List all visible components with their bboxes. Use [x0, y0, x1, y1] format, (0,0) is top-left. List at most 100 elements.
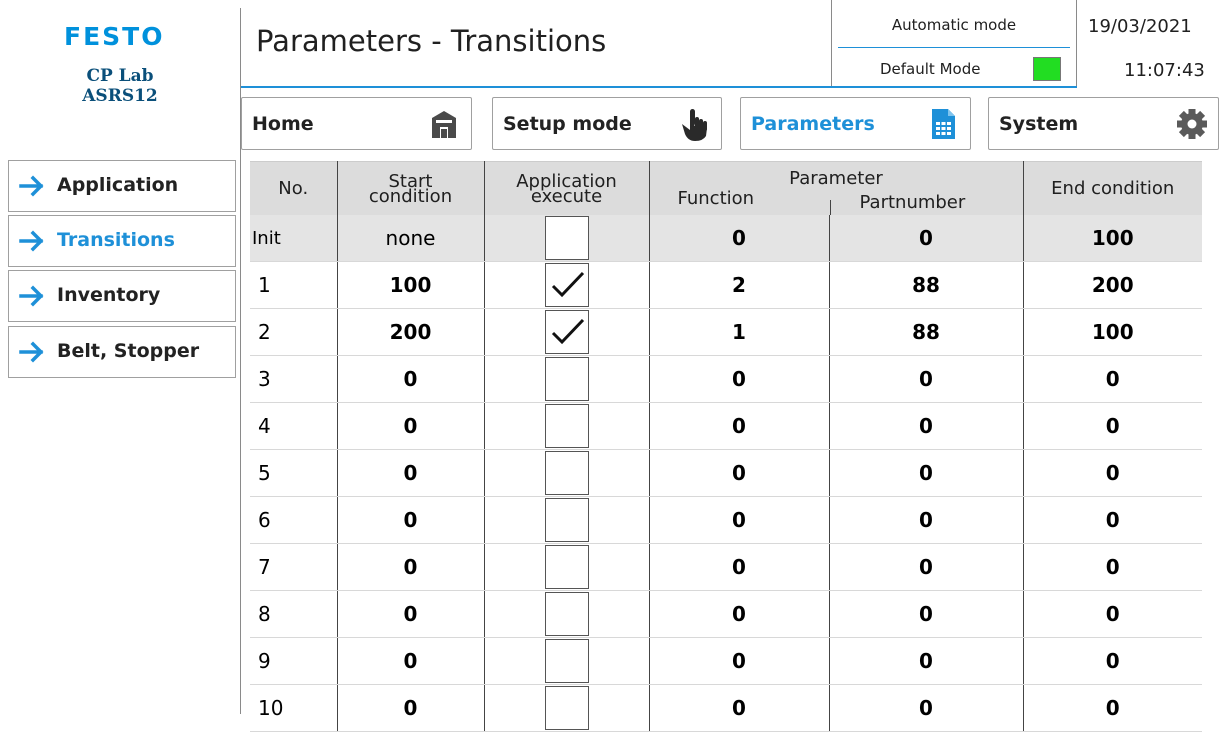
sidebar-item-inventory[interactable]: Inventory [8, 270, 236, 322]
cell-application-execute [484, 637, 650, 685]
cell-end-condition[interactable]: 100 [1023, 308, 1202, 356]
col-header-partnumber: Partnumber [859, 192, 966, 213]
cell-application-execute [484, 684, 650, 732]
cell-start-condition[interactable]: 0 [337, 355, 485, 403]
header-divider [1076, 0, 1077, 86]
execute-checkbox[interactable] [544, 404, 589, 448]
cell-partnumber[interactable]: 0 [829, 543, 1024, 591]
sidebar-item-label: Transitions [57, 229, 175, 251]
cell-partnumber[interactable]: 0 [829, 215, 1024, 262]
page-title: Parameters - Transitions [256, 24, 607, 58]
cell-end-condition[interactable]: 0 [1023, 449, 1202, 497]
cell-application-execute [484, 543, 650, 591]
nav-setup-mode-button[interactable]: Setup mode [492, 97, 722, 150]
cell-function[interactable]: 0 [649, 684, 830, 732]
cell-partnumber[interactable]: 88 [829, 308, 1024, 356]
gear-icon [1176, 108, 1207, 140]
cell-partnumber[interactable]: 0 [829, 355, 1024, 403]
cell-function[interactable]: 0 [649, 590, 830, 638]
header-underline [241, 86, 1077, 88]
nav-parameters-button[interactable]: Parameters [740, 97, 971, 150]
cell-function[interactable]: 0 [649, 496, 830, 544]
cell-start-condition[interactable]: 0 [337, 543, 485, 591]
arrow-right-icon [19, 285, 44, 307]
cell-no: 4 [250, 402, 338, 450]
header-divider [831, 0, 832, 86]
cell-function[interactable]: 0 [649, 355, 830, 403]
cell-partnumber[interactable]: 0 [829, 449, 1024, 497]
cell-function[interactable]: 0 [649, 543, 830, 591]
cell-function[interactable]: 0 [649, 449, 830, 497]
cell-no: 5 [250, 449, 338, 497]
cell-start-condition[interactable]: 0 [337, 637, 485, 685]
execute-checkbox[interactable] [544, 263, 589, 307]
cell-partnumber[interactable]: 0 [829, 684, 1024, 732]
cell-start-condition[interactable]: 0 [337, 590, 485, 638]
cell-end-condition[interactable]: 100 [1023, 215, 1202, 262]
cell-partnumber[interactable]: 88 [829, 261, 1024, 309]
execute-checkbox[interactable] [544, 592, 589, 636]
execute-checkbox[interactable] [544, 545, 589, 589]
nav-home-button[interactable]: Home [241, 97, 472, 150]
execute-checkbox[interactable] [544, 686, 589, 730]
cell-partnumber[interactable]: 0 [829, 590, 1024, 638]
station-line-1: CP Lab [86, 66, 154, 86]
cell-end-condition[interactable]: 0 [1023, 637, 1202, 685]
cell-end-condition[interactable]: 0 [1023, 402, 1202, 450]
col-header-function: Function [677, 188, 755, 209]
cell-start-condition[interactable]: none [337, 215, 485, 262]
col-header-end-condition: End condition [1023, 161, 1202, 215]
sidebar-item-application[interactable]: Application [8, 160, 236, 212]
time-display: 11:07:43 [1124, 60, 1205, 81]
cell-function[interactable]: 0 [649, 637, 830, 685]
cell-start-condition[interactable]: 0 [337, 449, 485, 497]
home-icon [429, 108, 459, 140]
nav-parameters-label: Parameters [751, 113, 875, 135]
table-row: 30000 [250, 355, 1202, 403]
submode-label: Default Mode [880, 60, 981, 78]
param-header-title: Parameter [789, 168, 883, 189]
table-row: 2 200 1 88 100 [250, 308, 1202, 356]
cell-end-condition[interactable]: 0 [1023, 496, 1202, 544]
execute-checkbox[interactable] [544, 639, 589, 683]
parameters-document-icon [928, 108, 958, 140]
sidebar-item-label: Application [57, 174, 179, 196]
cell-end-condition[interactable]: 0 [1023, 543, 1202, 591]
cell-partnumber[interactable]: 0 [829, 637, 1024, 685]
cell-application-execute [484, 449, 650, 497]
cell-no: 8 [250, 590, 338, 638]
cell-partnumber[interactable]: 0 [829, 402, 1024, 450]
cell-application-execute [484, 308, 650, 356]
nav-setup-label: Setup mode [503, 113, 632, 135]
cell-function[interactable]: 0 [649, 215, 830, 262]
nav-home-label: Home [252, 113, 314, 135]
cell-partnumber[interactable]: 0 [829, 496, 1024, 544]
date-display: 19/03/2021 [1088, 16, 1192, 37]
cell-function[interactable]: 0 [649, 402, 830, 450]
execute-checkbox[interactable] [544, 498, 589, 542]
sidebar-item-transitions[interactable]: Transitions [8, 215, 236, 267]
table-row: 1 100 2 88 200 [250, 261, 1202, 309]
cell-no: 2 [250, 308, 338, 356]
cell-start-condition[interactable]: 0 [337, 402, 485, 450]
cell-end-condition[interactable]: 0 [1023, 355, 1202, 403]
cell-end-condition[interactable]: 200 [1023, 261, 1202, 309]
cell-start-condition[interactable]: 100 [337, 261, 485, 309]
sidebar-item-belt-stopper[interactable]: Belt, Stopper [8, 326, 236, 378]
cell-end-condition[interactable]: 0 [1023, 590, 1202, 638]
execute-checkbox[interactable] [544, 310, 589, 354]
cell-function[interactable]: 1 [649, 308, 830, 356]
cell-function[interactable]: 2 [649, 261, 830, 309]
cell-application-execute [484, 261, 650, 309]
cell-end-condition[interactable]: 0 [1023, 684, 1202, 732]
cell-start-condition[interactable]: 200 [337, 308, 485, 356]
execute-checkbox[interactable] [544, 216, 589, 260]
cell-start-condition[interactable]: 0 [337, 684, 485, 732]
cell-application-execute [484, 496, 650, 544]
execute-checkbox[interactable] [544, 357, 589, 401]
execute-checkbox[interactable] [544, 451, 589, 495]
nav-system-button[interactable]: System [988, 97, 1219, 150]
hand-pointer-icon [679, 108, 709, 141]
cell-start-condition[interactable]: 0 [337, 496, 485, 544]
table-row: 60000 [250, 496, 1202, 544]
